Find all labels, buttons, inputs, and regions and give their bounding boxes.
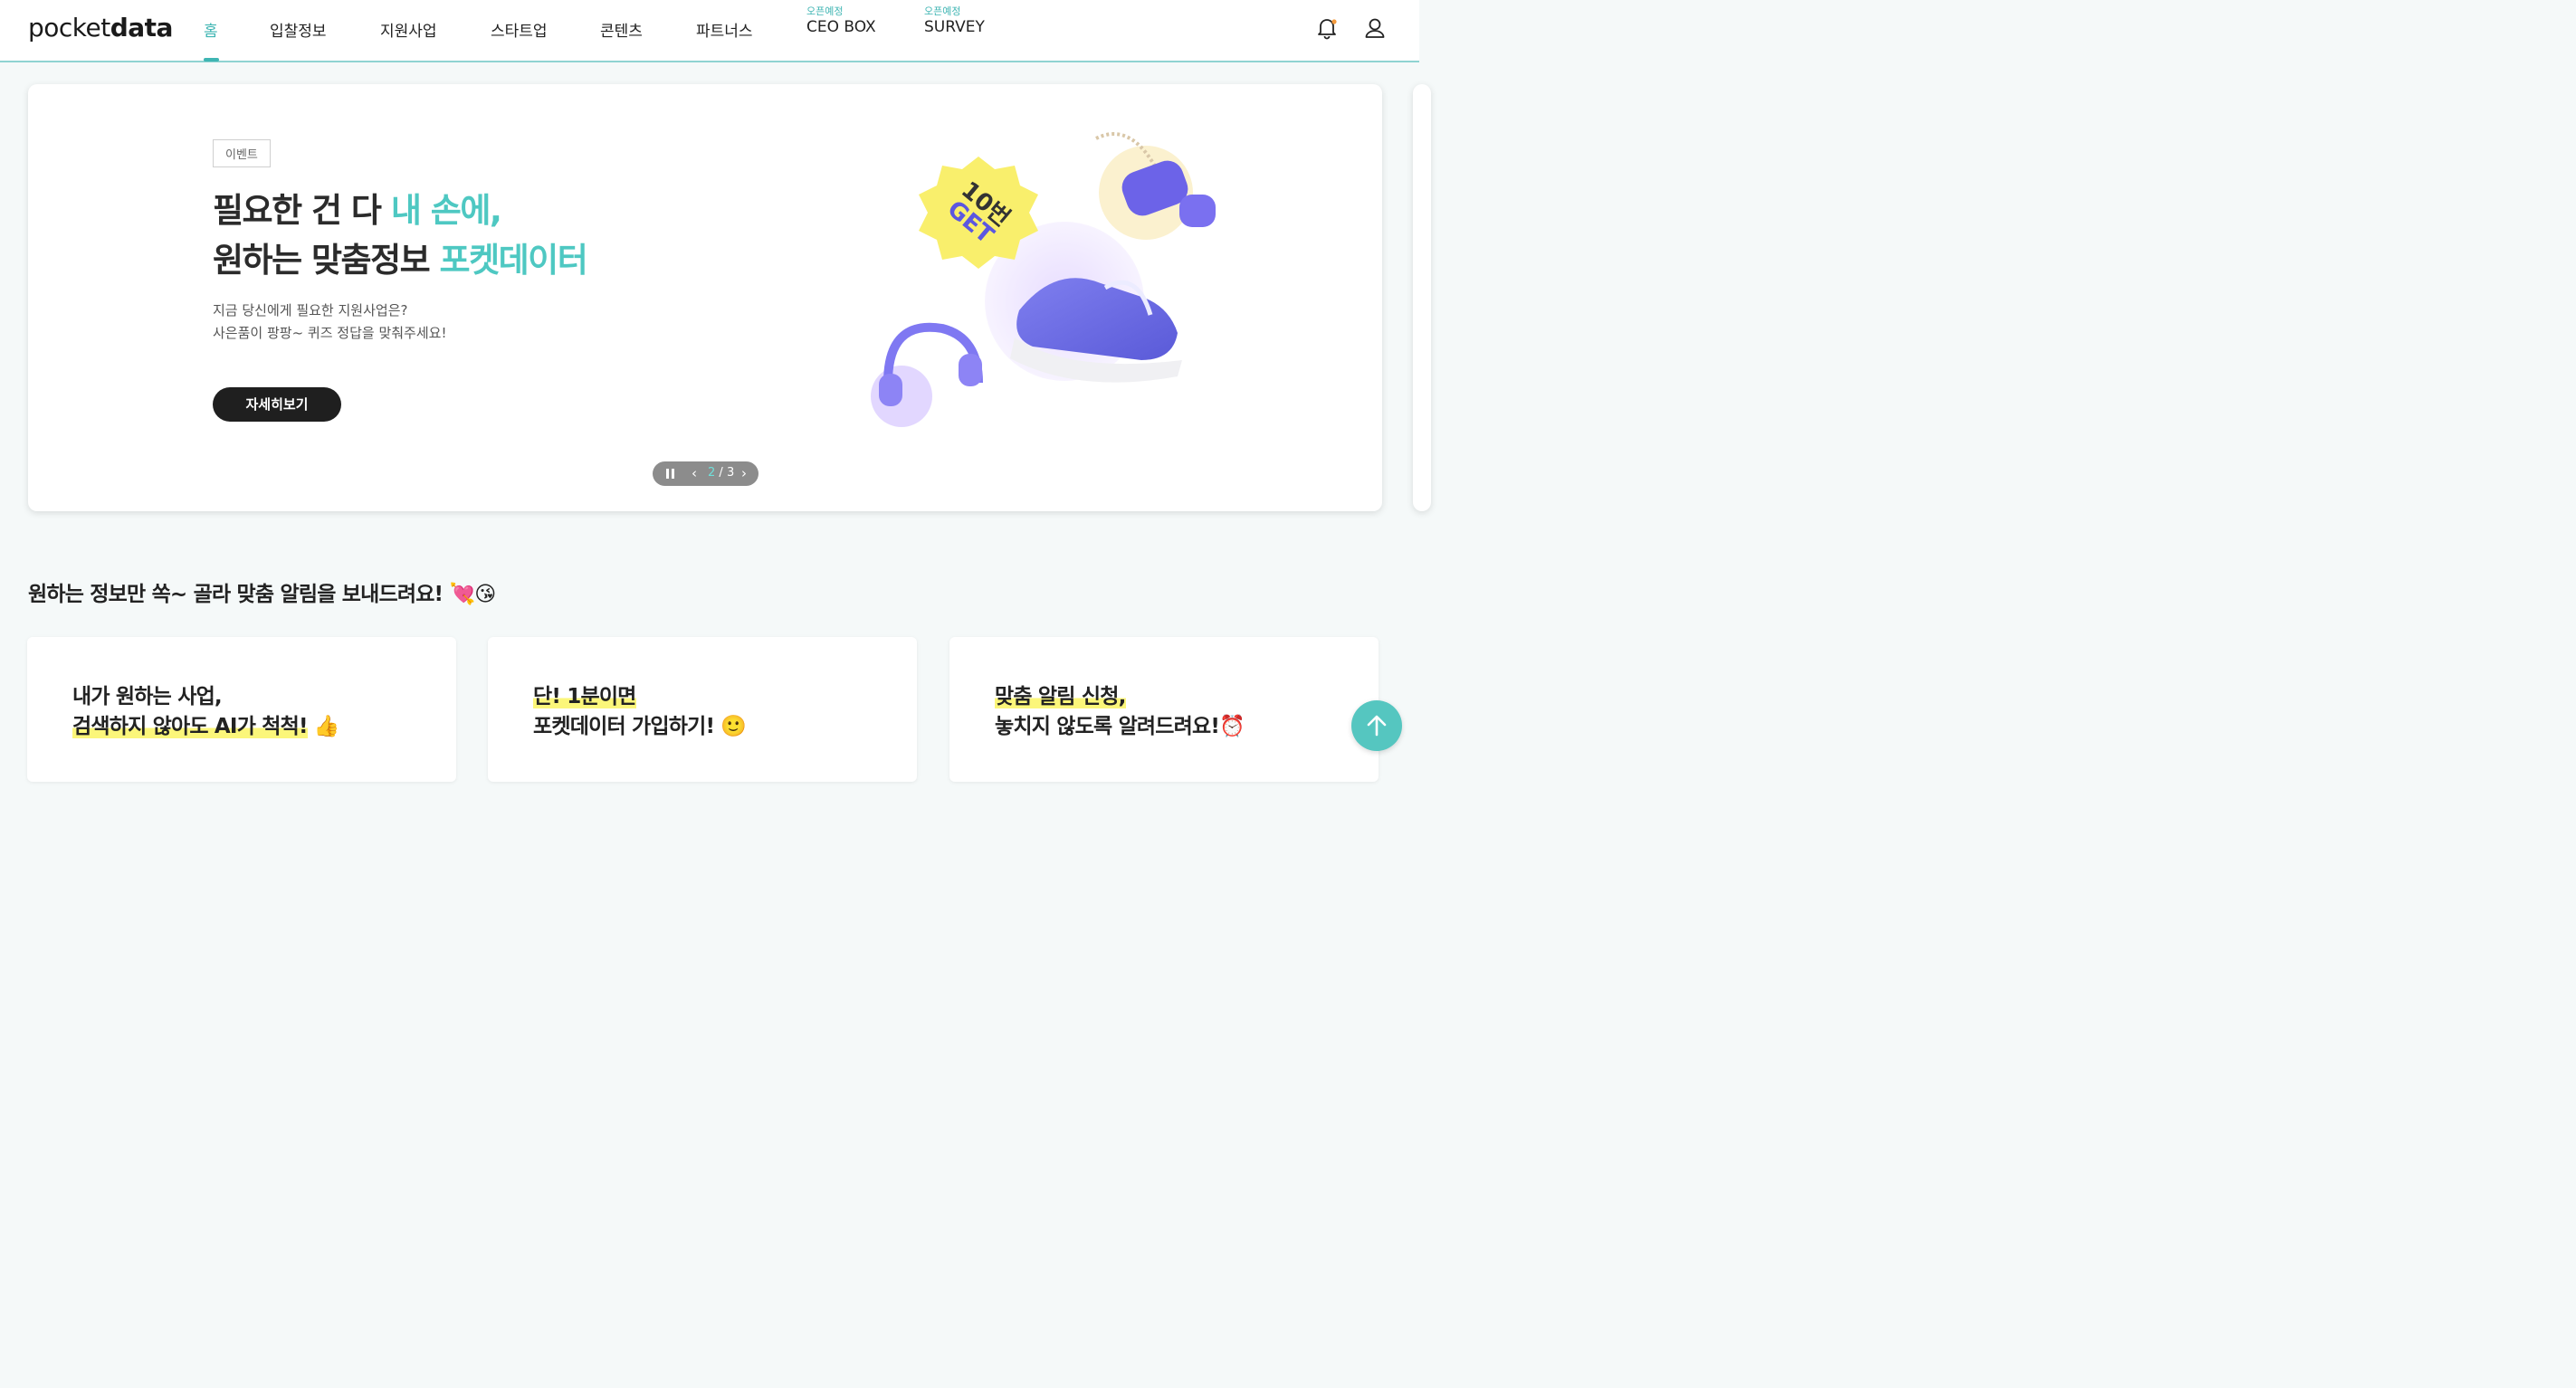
nav-survey[interactable]: SURVEY bbox=[924, 18, 985, 36]
nav-bid-info[interactable]: 입찰정보 bbox=[270, 18, 327, 41]
alarm-clock-icon: ⏰ bbox=[1219, 715, 1245, 738]
view-details-button[interactable]: 자세히보기 bbox=[213, 387, 341, 422]
coming-soon-badge: 오픈예정 bbox=[924, 5, 961, 17]
bell-icon[interactable] bbox=[1315, 16, 1339, 40]
next-slide-peek[interactable] bbox=[1413, 84, 1431, 511]
chevron-right-icon[interactable]: › bbox=[741, 465, 747, 481]
slide-pager: ‹ 2 / 3 › bbox=[653, 461, 758, 486]
feature-card-ai-search[interactable]: 내가 원하는 사업, 검색하지 않아도 AI가 척척! 👍 bbox=[27, 637, 456, 782]
arrow-up-icon bbox=[1367, 715, 1387, 737]
nav-partners[interactable]: 파트너스 bbox=[696, 18, 753, 41]
nav-startup[interactable]: 스타트업 bbox=[491, 18, 548, 41]
nav-support-programs[interactable]: 지원사업 bbox=[380, 18, 437, 41]
nav-home[interactable]: 홈 bbox=[204, 18, 218, 41]
nav-contents[interactable]: 콘텐츠 bbox=[600, 18, 643, 41]
active-nav-indicator bbox=[204, 58, 219, 62]
user-icon[interactable] bbox=[1363, 16, 1387, 40]
event-banner-slide[interactable]: 이벤트 필요한 건 다 내 손에, 원하는 맞춤정보 포켓데이터 지금 당신에게… bbox=[28, 84, 1382, 511]
banner-description: 지금 당신에게 필요한 지원사업은? 사은품이 팡팡~ 퀴즈 정답을 맞춰주세요… bbox=[213, 302, 447, 341]
pocketdata-logo[interactable]: pocketdata bbox=[28, 13, 173, 43]
coming-soon-badge: 오픈예정 bbox=[806, 5, 844, 17]
feature-card-signup[interactable]: 단! 1분이면 포켓데이터 가입하기! 🙂 bbox=[488, 637, 917, 782]
chevron-left-icon[interactable]: ‹ bbox=[692, 465, 697, 481]
promo-illustration: 10번 GET bbox=[871, 132, 1216, 427]
scroll-to-top-button[interactable] bbox=[1351, 700, 1402, 751]
feature-card-alert[interactable]: 맞춤 알림 신청, 놓치지 않도록 알려드려요!⏰ bbox=[949, 637, 1379, 782]
section-title: 원하는 정보만 쏙~ 골라 맞춤 알림을 보내드려요! 💘😘 bbox=[28, 583, 496, 606]
nav-ceo-box[interactable]: CEO BOX bbox=[806, 18, 876, 36]
slide-counter: 2 / 3 bbox=[708, 466, 735, 480]
event-tag: 이벤트 bbox=[213, 139, 271, 167]
thumbs-up-icon: 👍 bbox=[313, 715, 340, 738]
smile-icon: 🙂 bbox=[720, 715, 747, 738]
banner-headline: 필요한 건 다 내 손에, 원하는 맞춤정보 포켓데이터 bbox=[213, 191, 588, 280]
top-header: pocketdata 홈 입찰정보 지원사업 스타트업 콘텐츠 파트너스 오픈예… bbox=[0, 0, 1419, 62]
pause-icon[interactable] bbox=[666, 469, 674, 479]
